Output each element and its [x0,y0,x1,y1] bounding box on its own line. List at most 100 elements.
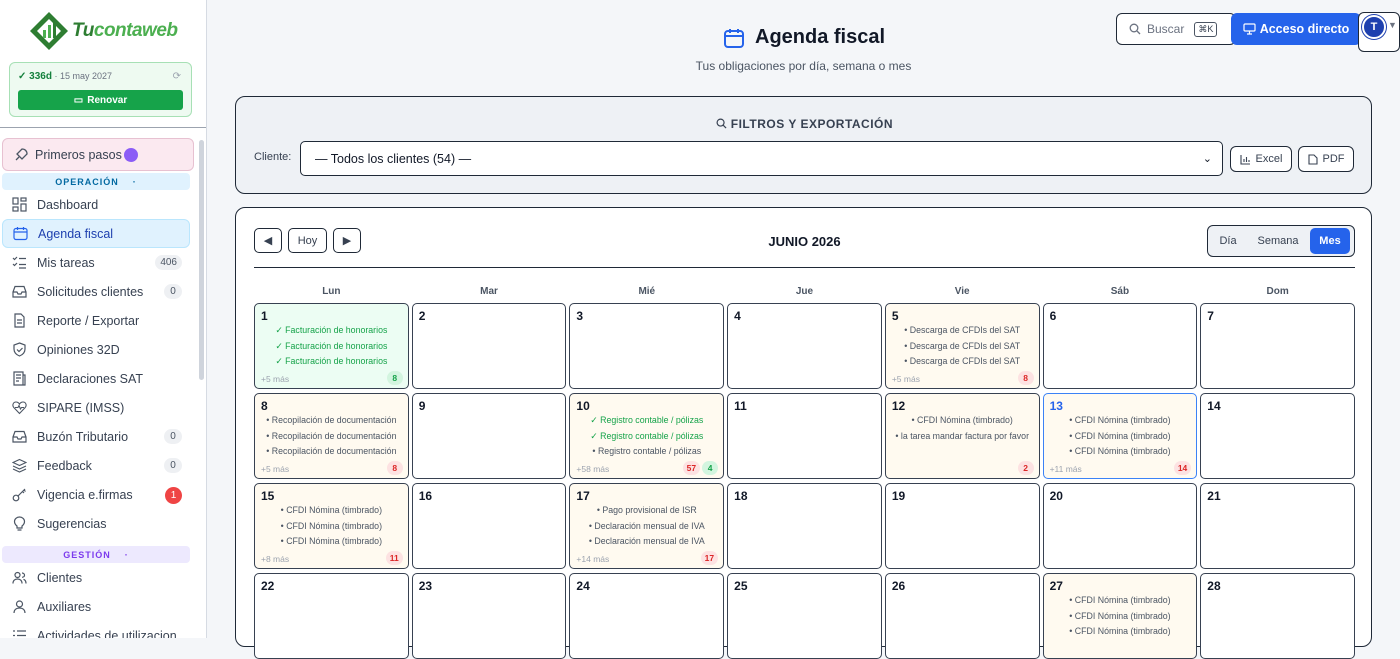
sidebar-item-opiniones-32d[interactable]: Opiniones 32D [2,335,190,364]
calendar-day[interactable]: 14 [1200,393,1355,479]
brand-logo[interactable]: Tucontaweb [28,8,178,54]
more-events-link[interactable]: +14 más [576,554,609,564]
calendar-day[interactable]: 21 [1200,483,1355,569]
calendar-event[interactable]: ✓ Registro contable / pólizas [576,429,717,445]
sidebar-scrollbar[interactable] [199,140,204,380]
sidebar-item-mis-tareas[interactable]: Mis tareas 406 [2,248,190,277]
calendar-day[interactable]: 22 [254,573,409,659]
renew-button[interactable]: ▭ Renovar [18,90,183,110]
sidebar-item-actividades[interactable]: Actividades de utilizacion [2,621,190,638]
calendar-day[interactable]: 15 • CFDI Nómina (timbrado) • CFDI Nómina … [254,483,409,569]
card-icon: ▭ [73,94,84,106]
calendar-day[interactable]: 4 [727,303,882,389]
sidebar-item-clientes[interactable]: Clientes [2,563,190,592]
sidebar-item-feedback[interactable]: Feedback 0 [2,451,190,480]
more-events-link[interactable]: +5 más [261,464,289,474]
calendar-event[interactable]: • CFDI Nómina (timbrado) [1050,413,1191,429]
calendar-event[interactable]: ✓ Registro contable / pólizas [576,413,717,429]
day-number: 20 [1049,489,1063,503]
calendar-day[interactable]: 12 • CFDI Nómina (timbrado) • la tarea man… [884,393,1040,479]
calendar-day[interactable]: 9 [411,393,567,479]
export-excel-button[interactable]: Excel [1230,146,1292,172]
calendar-day[interactable]: 11 [727,393,882,479]
calendar-event[interactable]: ✓ Facturación de honorarios [261,354,402,370]
sidebar-item-agenda-fiscal[interactable]: Agenda fiscal [2,219,190,248]
calendar-day[interactable]: 17 • Pago provisional de ISR • Declaración… [569,483,725,569]
calendar-day[interactable]: 1 ✓ Facturación de honorarios ✓ Facturació… [254,303,409,389]
calendar-event[interactable]: • CFDI Nómina (timbrado) [1050,444,1191,460]
calendar-event[interactable]: ✓ Facturación de honorarios [261,323,402,339]
sidebar-item-buzon-tributario[interactable]: Buzón Tributario 0 [2,422,190,451]
more-events-link[interactable]: +5 más [892,374,920,384]
calendar-event[interactable]: • CFDI Nómina (timbrado) [1050,624,1191,640]
calendar-day[interactable]: 18 [727,483,882,569]
calendar-day[interactable]: 26 [884,573,1040,659]
more-events-link[interactable]: +11 más [1050,464,1082,474]
sidebar-item-dashboard[interactable]: Dashboard [2,190,190,219]
weekday-label: Mié [638,286,656,297]
calendar-day[interactable]: 27 • CFDI Nómina (timbrado) • CFDI Nómina … [1042,573,1198,659]
calendar-event[interactable]: • CFDI Nómina (timbrado) [1050,609,1191,625]
quick-access-button[interactable]: Acceso directo [1231,13,1361,45]
more-events-link[interactable]: +5 más [261,374,289,384]
export-pdf-button[interactable]: PDF [1298,146,1354,172]
key-icon [10,486,28,504]
calendar-event[interactable]: • Descarga de CFDIs del SAT [892,354,1033,370]
calendar-event[interactable]: • CFDI Nómina (timbrado) [892,413,1033,429]
sidebar-item-first-steps[interactable]: Primeros pasos [2,138,194,171]
view-day-button[interactable]: Día [1210,228,1246,254]
sidebar-item-sipare-imss[interactable]: SIPARE (IMSS) [2,393,190,422]
calendar-day[interactable]: 20 [1042,483,1198,569]
sidebar-item-solicitudes-clientes[interactable]: Solicitudes clientes 0 [2,277,190,306]
calendar-event[interactable]: ✓ Facturación de honorarios [261,339,402,355]
client-select[interactable]: — Todos los clientes (54) — ⌄ [300,141,1223,176]
calendar-day[interactable]: 25 [727,573,882,659]
sidebar-item-vigencia-efirmas[interactable]: Vigencia e.firmas 1 [2,480,190,509]
more-events-link[interactable]: +58 más [576,464,609,474]
calendar-day[interactable]: 16 [411,483,567,569]
search-input[interactable]: Buscar ⌘K [1116,13,1236,45]
calendar-event[interactable]: • CFDI Nómina (timbrado) [261,503,402,519]
sidebar-item-declaraciones-sat[interactable]: Declaraciones SAT [2,364,190,393]
calendar-day-today[interactable]: 13 • CFDI Nómina (timbrado) • CFDI Nómina … [1042,393,1198,479]
calendar-event[interactable]: • Declaración mensual de IVA [576,534,717,550]
sidebar-item-sugerencias[interactable]: Sugerencias [2,509,190,538]
calendar-event[interactable]: • la tarea mandar factura por favor [892,429,1033,445]
calendar-event[interactable]: • CFDI Nómina (timbrado) [1050,593,1191,609]
calendar-day[interactable]: 2 [411,303,567,389]
calendar-day[interactable]: 24 [569,573,725,659]
calendar-event[interactable]: • Recopilación de documentación [261,444,402,460]
day-number: 12 [891,399,906,413]
shield-icon [10,341,28,359]
filters-panel: FILTROS Y EXPORTACIÓN Cliente: — Todos l… [235,96,1372,194]
calendar-day[interactable]: 28 [1200,573,1355,659]
calendar-day[interactable]: 10 ✓ Registro contable / pólizas ✓ Registr… [569,393,725,479]
sidebar-item-auxiliares[interactable]: Auxiliares [2,592,190,621]
sidebar-item-reporte-exportar[interactable]: Reporte / Exportar [2,306,190,335]
calendar-event[interactable]: • Declaración mensual de IVA [576,519,717,535]
calendar-event[interactable]: • Registro contable / pólizas [576,444,717,460]
view-month-button[interactable]: Mes [1310,228,1350,254]
calendar-event[interactable]: • Pago provisional de ISR [576,503,717,519]
calendar-event[interactable]: • Recopilación de documentación [261,429,402,445]
section-operacion[interactable]: OPERACIÓN · [2,173,190,190]
calendar-event[interactable]: • CFDI Nómina (timbrado) [261,534,402,550]
calendar-day[interactable]: 8 • Recopilación de documentación • Recopi… [254,393,409,479]
view-week-button[interactable]: Semana [1246,228,1310,254]
calendar-day[interactable]: 5 • Descarga de CFDIs del SAT • Descarga d… [884,303,1040,389]
calendar-event[interactable]: • Descarga de CFDIs del SAT [892,323,1033,339]
calendar-event[interactable]: • Recopilación de documentación [261,413,402,429]
calendar-event[interactable]: • CFDI Nómina (timbrado) [261,519,402,535]
calendar-day[interactable]: 7 [1200,303,1355,389]
calendar-event[interactable]: • CFDI Nómina (timbrado) [1050,429,1191,445]
calendar-day[interactable]: 23 [411,573,567,659]
section-gestion[interactable]: GESTIÓN · [2,546,190,563]
calendar-event[interactable]: • Descarga de CFDIs del SAT [892,339,1033,355]
calendar-day[interactable]: 19 [884,483,1040,569]
day-number: 17 [576,489,590,503]
refresh-icon[interactable]: ⟳ [173,71,181,82]
calendar-day[interactable]: 3 [569,303,725,389]
calendar-day[interactable]: 6 [1042,303,1198,389]
user-menu[interactable]: T ▼ [1358,12,1400,52]
more-events-link[interactable]: +8 más [261,554,289,564]
